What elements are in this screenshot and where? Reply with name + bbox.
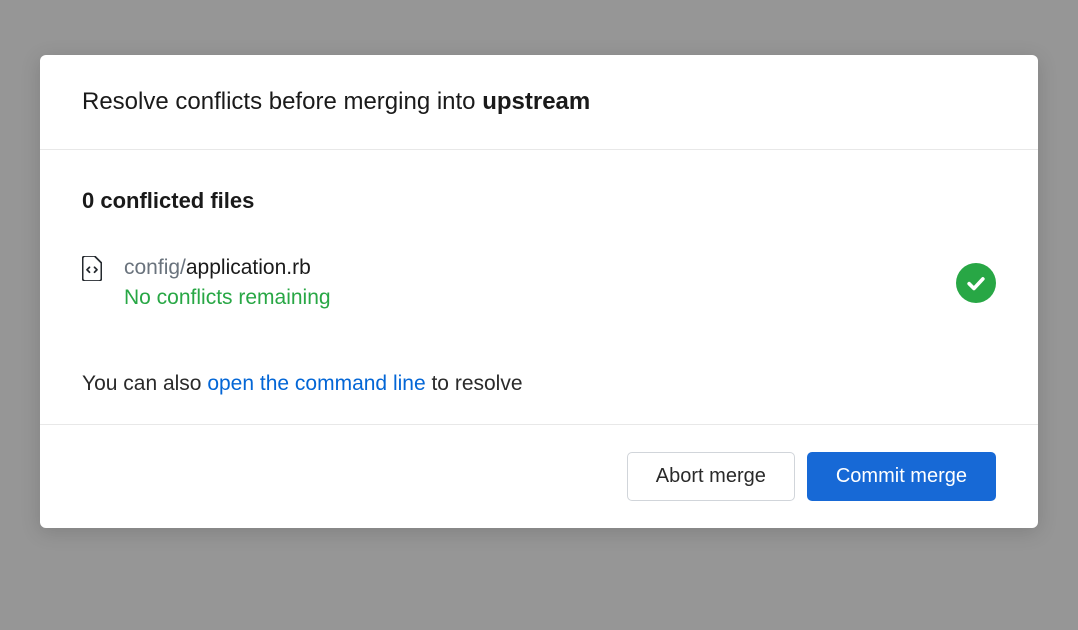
conflict-count: 0 conflicted files — [82, 188, 996, 214]
abort-merge-button[interactable]: Abort merge — [627, 452, 795, 501]
file-code-icon — [82, 256, 104, 282]
resolved-check-icon — [956, 263, 996, 303]
file-row: config/application.rb No conflicts remai… — [82, 256, 996, 310]
target-branch: upstream — [482, 88, 590, 115]
open-command-line-link[interactable]: open the command line — [207, 372, 425, 395]
file-info: config/application.rb No conflicts remai… — [124, 256, 956, 310]
dialog-body: 0 conflicted files config/application.rb… — [40, 150, 1038, 425]
hint-line: You can also open the command line to re… — [82, 372, 996, 396]
title-prefix: Resolve conflicts before merging into — [82, 88, 482, 115]
hint-suffix: to resolve — [426, 372, 523, 395]
file-dir: config/ — [124, 256, 186, 279]
dialog-header: Resolve conflicts before merging into up… — [40, 55, 1038, 150]
file-path: config/application.rb — [124, 256, 956, 280]
commit-merge-button[interactable]: Commit merge — [807, 452, 996, 501]
dialog-footer: Abort merge Commit merge — [40, 425, 1038, 528]
merge-conflicts-dialog: Resolve conflicts before merging into up… — [40, 55, 1038, 528]
file-name: application.rb — [186, 256, 311, 279]
file-status: No conflicts remaining — [124, 286, 956, 310]
hint-prefix: You can also — [82, 372, 207, 395]
dialog-title: Resolve conflicts before merging into up… — [82, 88, 996, 116]
